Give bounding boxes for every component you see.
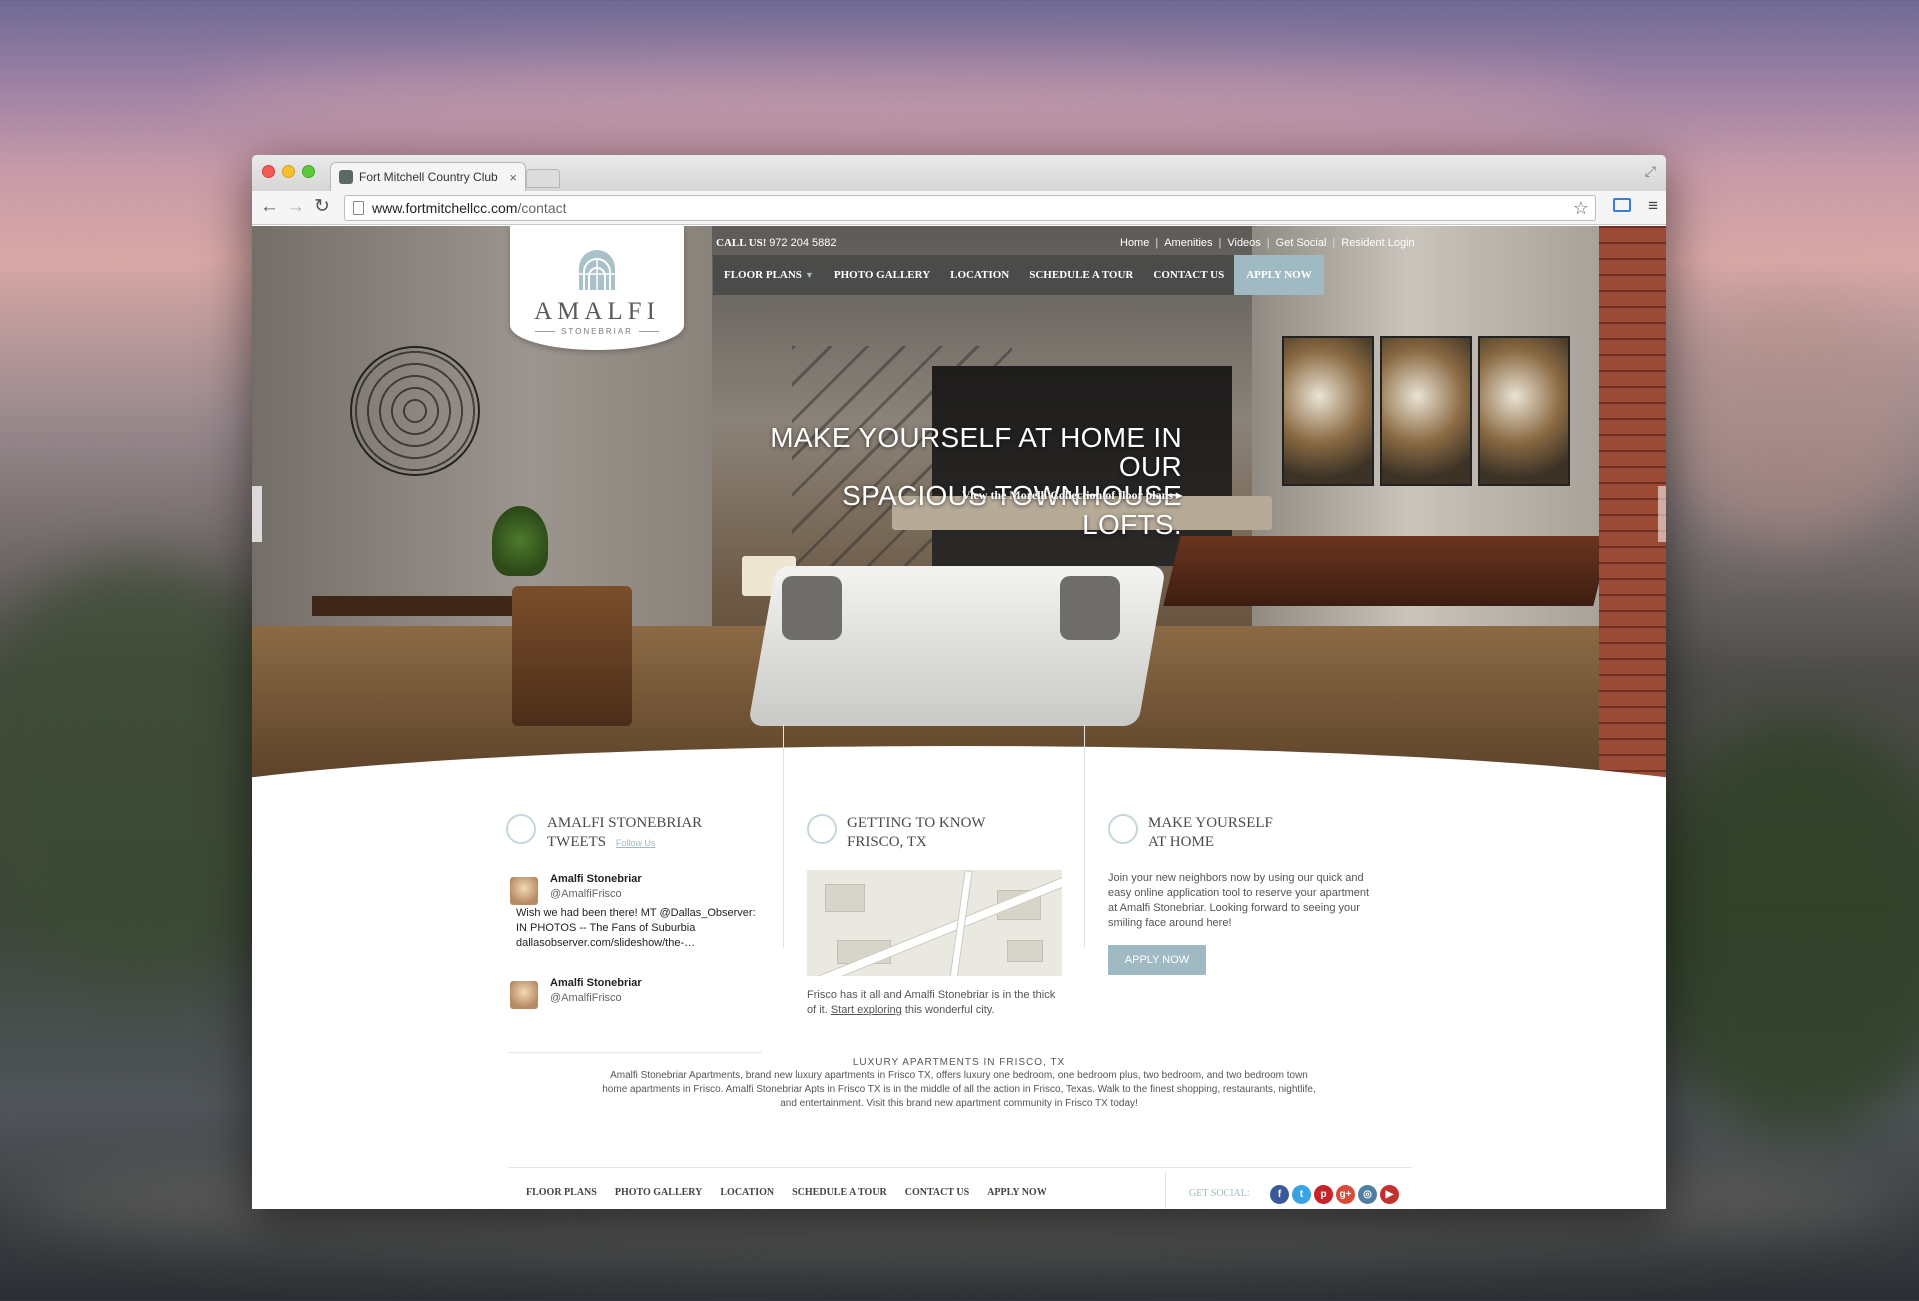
footer-nav: FLOOR PLANS PHOTO GALLERY LOCATION SCHED… xyxy=(526,1187,1047,1198)
checkmark-icon xyxy=(1108,814,1138,844)
tweets-title-line2: TWEETS xyxy=(547,834,607,850)
youtube-icon[interactable]: ▶ xyxy=(1380,1185,1399,1204)
home-title-line1: MAKE YOURSELF xyxy=(1148,815,1273,831)
twitter-icon xyxy=(506,814,536,844)
pinterest-icon[interactable]: p xyxy=(1314,1185,1333,1204)
avatar xyxy=(510,981,538,1009)
avatar xyxy=(510,877,538,905)
footer-vertical-divider xyxy=(1165,1172,1166,1209)
home-title-line2: AT HOME xyxy=(1148,834,1214,850)
frisco-map[interactable] xyxy=(807,870,1062,976)
frisco-title-line1: GETTING TO KNOW xyxy=(847,815,986,831)
start-exploring-link[interactable]: Start exploring xyxy=(831,1004,902,1016)
follow-us-link[interactable]: Follow Us xyxy=(616,838,656,848)
frisco-caption-post: this wonderful city. xyxy=(901,1004,995,1016)
tweet-author: Amalfi Stonebriar xyxy=(550,873,642,885)
google-plus-icon[interactable]: g+ xyxy=(1336,1185,1355,1204)
footer-nav-location[interactable]: LOCATION xyxy=(720,1187,774,1198)
tweet-author: Amalfi Stonebriar xyxy=(550,977,642,989)
apply-now-button[interactable]: APPLY NOW xyxy=(1108,945,1206,975)
background-blur xyxy=(1640,720,1919,1140)
home-title: MAKE YOURSELF AT HOME xyxy=(1148,814,1273,852)
lux-text: Amalfi Stonebriar Apartments, brand new … xyxy=(602,1070,1316,1109)
tweet-divider xyxy=(508,1052,762,1053)
map-block xyxy=(1007,940,1043,962)
get-social-label: GET SOCIAL: xyxy=(1189,1188,1250,1199)
tweets-title-line1: AMALFI STONEBRIAR xyxy=(547,815,703,831)
tweet-handle: @AmalfiFrisco xyxy=(550,888,622,900)
footer-nav-apply-now[interactable]: APPLY NOW xyxy=(987,1187,1047,1198)
footer-nav-floor-plans[interactable]: FLOOR PLANS xyxy=(526,1187,597,1198)
footer-nav-contact-us[interactable]: CONTACT US xyxy=(905,1187,969,1198)
location-pin-icon xyxy=(807,814,837,844)
twitter-icon[interactable]: t xyxy=(1292,1185,1311,1204)
frisco-caption: Frisco has it all and Amalfi Stonebriar … xyxy=(807,988,1062,1018)
background-blur xyxy=(1660,300,1919,540)
tweet[interactable]: Amalfi Stonebriar @AmalfiFrisco xyxy=(510,977,770,1017)
footer-nav-photo-gallery[interactable]: PHOTO GALLERY xyxy=(615,1187,703,1198)
home-text: Join your new neighbors now by using our… xyxy=(1108,872,1370,929)
footer-nav-schedule-tour[interactable]: SCHEDULE A TOUR xyxy=(792,1187,887,1198)
footer-divider xyxy=(508,1167,1412,1168)
facebook-icon[interactable]: f xyxy=(1270,1185,1289,1204)
column-divider xyxy=(783,724,784,948)
lux-title: LUXURY APARTMENTS IN FRISCO, TX xyxy=(852,1057,1066,1068)
frisco-title-line2: FRISCO, TX xyxy=(847,834,927,850)
instagram-icon[interactable]: ◎ xyxy=(1358,1185,1377,1204)
tweets-title: AMALFI STONEBRIAR TWEETS Follow Us xyxy=(547,814,702,853)
tweet-handle: @AmalfiFrisco xyxy=(550,992,622,1004)
column-divider xyxy=(1084,724,1085,948)
frisco-title: GETTING TO KNOW FRISCO, TX xyxy=(847,814,986,852)
content-layer: AMALFI STONEBRIAR TWEETS Follow Us Amalf… xyxy=(252,155,1666,1209)
tweet[interactable]: Amalfi Stonebriar @AmalfiFrisco Wish we … xyxy=(510,873,770,953)
map-block xyxy=(825,884,865,912)
background-blur xyxy=(200,60,1600,140)
tweet-text: Wish we had been there! MT @Dallas_Obser… xyxy=(516,907,756,949)
